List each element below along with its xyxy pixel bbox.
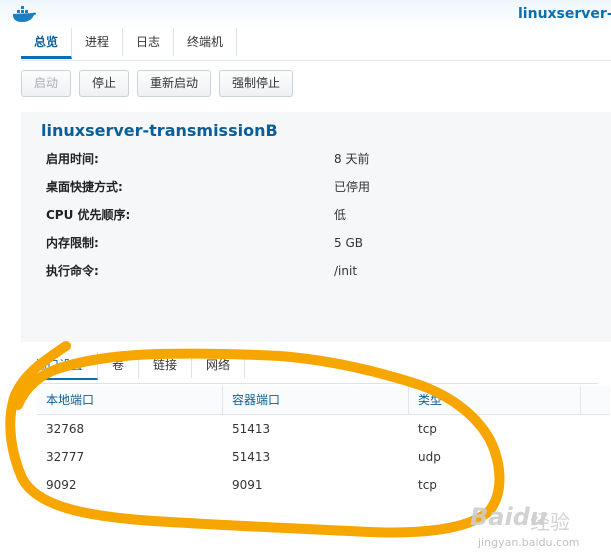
table-row[interactable]: 32768 51413 tcp	[37, 415, 610, 443]
sub-tab-divider	[37, 383, 598, 384]
table-row[interactable]: 32777 51413 udp	[37, 443, 610, 471]
cell-local-port: 9092	[46, 478, 77, 492]
tab-logs[interactable]: 日志	[123, 28, 175, 56]
detail-row-uptime: 启用时间: 8 天前	[21, 145, 611, 173]
title-bar: linuxserver-t	[0, 0, 611, 30]
cell-local-port: 32777	[46, 450, 85, 464]
cell-type: tcp	[418, 478, 437, 492]
docker-whale-icon	[13, 6, 36, 22]
detail-value: 已停用	[334, 180, 371, 194]
detail-value: 5 GB	[334, 236, 363, 250]
force-stop-button[interactable]: 强制停止	[219, 70, 294, 97]
column-header-container-port[interactable]: 容器端口	[223, 386, 409, 414]
tab-terminal[interactable]: 终端机	[174, 28, 238, 56]
toolbar: 启动 停止 重新启动 强制停止	[21, 70, 294, 97]
detail-label: 执行命令:	[46, 264, 99, 278]
tab-network[interactable]: 网络	[192, 352, 246, 378]
detail-row-shortcut: 桌面快捷方式: 已停用	[21, 173, 611, 201]
detail-row-command: 执行命令: /init	[21, 257, 611, 285]
table-row[interactable]: 9092 9091 tcp	[37, 471, 610, 499]
tab-links[interactable]: 链接	[139, 352, 193, 378]
top-tab-bar: 总览 进程 日志 终端机	[21, 28, 238, 60]
cell-local-port: 32768	[46, 422, 85, 436]
start-button[interactable]: 启动	[21, 70, 72, 97]
tab-port-settings[interactable]: 端口设置	[21, 352, 99, 380]
stop-button[interactable]: 停止	[79, 70, 130, 97]
detail-row-memory-limit: 内存限制: 5 GB	[21, 229, 611, 257]
detail-label: 内存限制:	[46, 236, 99, 250]
cell-container-port: 51413	[232, 422, 271, 436]
column-header-local-port[interactable]: 本地端口	[37, 386, 223, 414]
cell-container-port: 51413	[232, 450, 271, 464]
cell-type: tcp	[418, 422, 437, 436]
cell-container-port: 9091	[232, 478, 263, 492]
detail-row-cpu-priority: CPU 优先顺序: 低	[21, 201, 611, 229]
window-title: linuxserver-t	[518, 6, 611, 22]
detail-value: /init	[334, 264, 358, 278]
detail-value: 低	[334, 208, 347, 222]
sub-tab-bar: 端口设置 卷 链接 网络	[21, 352, 246, 380]
tab-divider	[21, 60, 611, 61]
detail-value: 8 天前	[334, 152, 370, 166]
cell-type: udp	[418, 450, 441, 464]
detail-label: CPU 优先顺序:	[46, 208, 131, 222]
container-details-panel: linuxserver-transmissionB 启用时间: 8 天前 桌面快…	[21, 112, 611, 342]
restart-button[interactable]: 重新启动	[137, 70, 212, 97]
tab-overview[interactable]: 总览	[21, 28, 73, 59]
ports-table-header: 本地端口 容器端口 类型	[37, 386, 610, 415]
detail-label: 启用时间:	[46, 152, 99, 166]
tab-volumes[interactable]: 卷	[98, 352, 140, 378]
column-header-type[interactable]: 类型	[409, 386, 581, 414]
container-name: linuxserver-transmissionB	[41, 121, 278, 140]
tab-processes[interactable]: 进程	[72, 28, 124, 56]
detail-label: 桌面快捷方式:	[46, 180, 123, 194]
